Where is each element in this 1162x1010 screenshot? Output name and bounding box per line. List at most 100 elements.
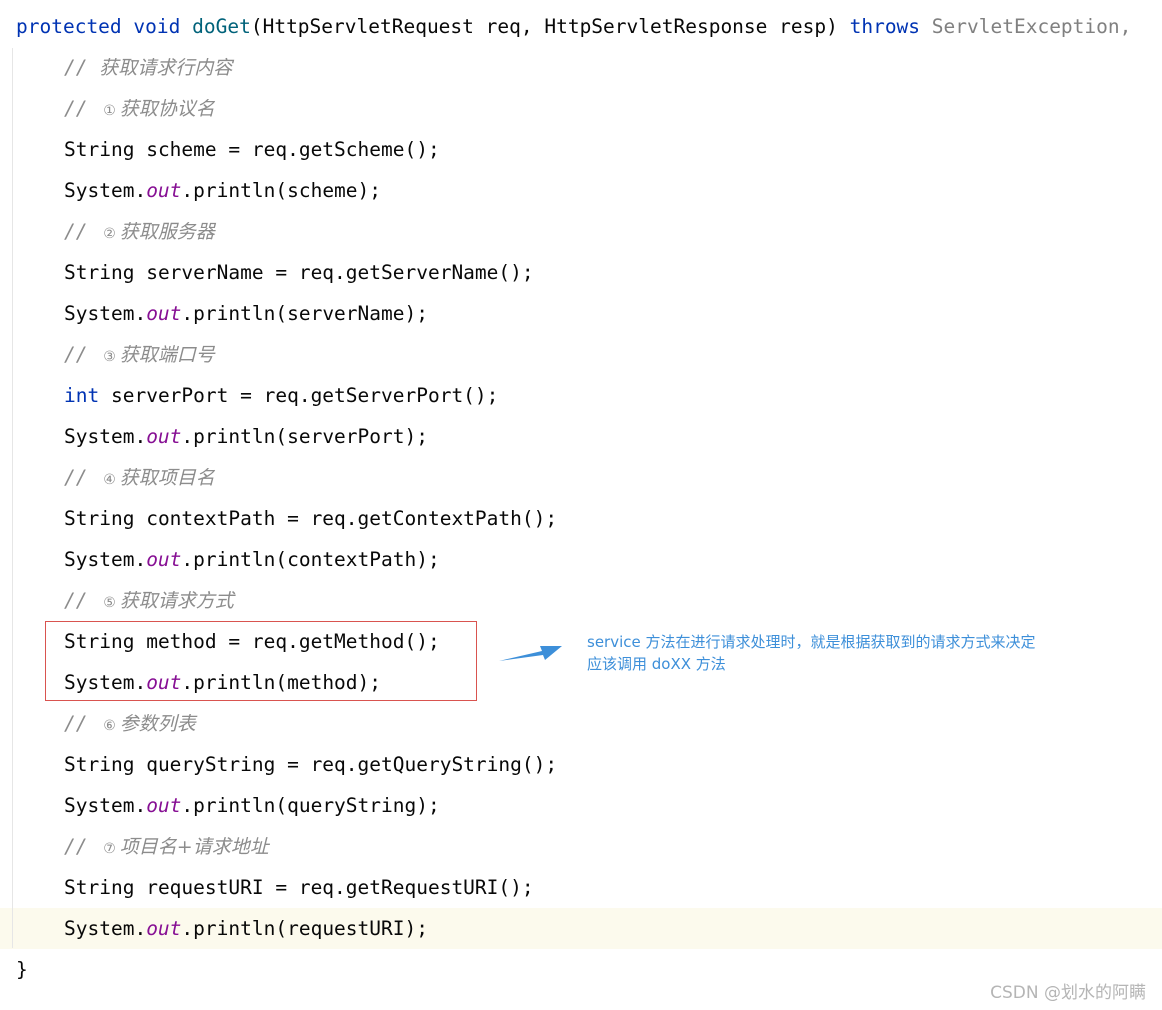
declared-type: String (64, 753, 135, 776)
step-number: ④ (103, 472, 116, 488)
step-number: ⑥ (103, 718, 116, 734)
comment-text: 获取端口号 (119, 344, 215, 366)
comment-text: 获取请求方式 (119, 590, 234, 612)
code-comment[interactable]: // ⑥ 参数列表 (64, 703, 196, 744)
out-field: out (146, 425, 182, 448)
comment-slashes: // (64, 712, 88, 735)
system-class: System. (64, 548, 147, 571)
code-comment[interactable]: // ① 获取协议名 (64, 88, 215, 129)
println-argument: queryString (287, 794, 417, 817)
highlight-box (45, 621, 477, 701)
statement-end: ); (416, 794, 440, 817)
comment-slashes: // (64, 343, 88, 366)
comment-text: 获取服务器 (119, 221, 215, 243)
system-class: System. (64, 179, 147, 202)
code-comment[interactable]: // ② 获取服务器 (64, 211, 215, 252)
statement-end: ); (357, 179, 382, 202)
annotation-note: service 方法在进行请求处理时，就是根据获取到的请求方式来决定 应该调用 … (587, 631, 1107, 675)
println-statement[interactable]: System.out.println(queryString); (64, 785, 440, 826)
step-number: ② (103, 226, 116, 242)
system-class: System. (64, 425, 147, 448)
println-statement[interactable]: System.out.println(scheme); (64, 170, 381, 211)
code-comment[interactable]: // ⑦ 项目名+请求地址 (64, 826, 269, 867)
step-number: ⑦ (103, 841, 116, 857)
declared-type: int (64, 384, 100, 407)
variable-declaration[interactable]: int serverPort = req.getServerPort(); (64, 375, 498, 416)
comment-slashes: // (64, 97, 88, 120)
return-type-keyword: void (133, 15, 181, 38)
comment-text: 获取项目名 (119, 467, 215, 489)
println-argument: scheme (287, 179, 358, 202)
println-call: .println( (181, 794, 288, 817)
out-field: out (146, 548, 182, 571)
comment-text: 项目名+请求地址 (119, 836, 269, 858)
code-comment[interactable]: // ③ 获取端口号 (64, 334, 215, 375)
variable-declaration[interactable]: String scheme = req.getScheme(); (64, 129, 440, 170)
declaration-body: requestURI = req.getRequestURI(); (146, 876, 534, 899)
modifier-keyword: protected (16, 15, 122, 38)
comment-text: 参数列表 (119, 713, 196, 735)
statement-end: ); (404, 917, 428, 940)
declaration-body: queryString = req.getQueryString(); (146, 753, 558, 776)
statement-end: ); (404, 302, 428, 325)
csdn-watermark: CSDN @划水的阿瞒 (990, 983, 1146, 1003)
code-comment[interactable]: // ④ 获取项目名 (64, 457, 215, 498)
declaration-body: scheme = req.getScheme(); (146, 138, 440, 161)
println-call: .println( (181, 548, 288, 571)
println-argument: requestURI (287, 917, 405, 940)
declared-type: String (64, 261, 135, 284)
code-editor[interactable]: protected void doGet(HttpServletRequest … (0, 0, 1162, 1010)
method-name: doGet (192, 15, 251, 38)
out-field: out (146, 917, 182, 940)
closing-brace[interactable]: } (16, 949, 28, 990)
system-class: System. (64, 917, 147, 940)
exception-type: ServletException, (931, 15, 1132, 38)
code-comment[interactable]: // ⑤ 获取请求方式 (64, 580, 234, 621)
declared-type: String (64, 876, 135, 899)
println-statement[interactable]: System.out.println(serverPort); (64, 416, 428, 457)
variable-declaration[interactable]: String requestURI = req.getRequestURI(); (64, 867, 534, 908)
println-argument: contextPath (287, 548, 417, 571)
throws-keyword: throws (849, 15, 921, 38)
comment-slashes: // (64, 56, 88, 79)
println-call: .println( (181, 179, 288, 202)
indent-guide (12, 48, 13, 948)
declaration-body: serverPort = req.getServerPort(); (110, 384, 499, 407)
system-class: System. (64, 302, 147, 325)
println-call: .println( (181, 917, 288, 940)
println-argument: serverPort (287, 425, 405, 448)
comment-slashes: // (64, 220, 88, 243)
println-statement[interactable]: System.out.println(requestURI); (64, 908, 428, 949)
code-comment[interactable]: // 获取请求行内容 (64, 47, 232, 88)
step-number: ③ (103, 349, 116, 365)
declared-type: String (64, 507, 135, 530)
println-statement[interactable]: System.out.println(serverName); (64, 293, 428, 334)
comment-text: 获取请求行内容 (99, 57, 233, 79)
println-call: .println( (181, 425, 288, 448)
variable-declaration[interactable]: String queryString = req.getQueryString(… (64, 744, 557, 785)
out-field: out (146, 302, 182, 325)
println-statement[interactable]: System.out.println(contextPath); (64, 539, 440, 580)
println-call: .println( (181, 302, 288, 325)
comment-slashes: // (64, 466, 88, 489)
out-field: out (146, 179, 182, 202)
declaration-body: contextPath = req.getContextPath(); (146, 507, 558, 530)
variable-declaration[interactable]: String serverName = req.getServerName(); (64, 252, 534, 293)
annotation-line-2: 应该调用 doXX 方法 (587, 655, 726, 673)
method-signature-line[interactable]: protected void doGet(HttpServletRequest … (16, 6, 1131, 47)
statement-end: ); (404, 425, 428, 448)
comment-slashes: // (64, 835, 88, 858)
declared-type: String (64, 138, 135, 161)
annotation-line-1: service 方法在进行请求处理时，就是根据获取到的请求方式来决定 (587, 633, 1036, 651)
step-number: ① (103, 103, 116, 119)
step-number: ⑤ (103, 595, 116, 611)
comment-text: 获取协议名 (119, 98, 215, 120)
out-field: out (146, 794, 182, 817)
system-class: System. (64, 794, 147, 817)
method-params: (HttpServletRequest req, HttpServletResp… (250, 15, 850, 38)
variable-declaration[interactable]: String contextPath = req.getContextPath(… (64, 498, 557, 539)
arrow-icon (499, 646, 562, 661)
declaration-body: serverName = req.getServerName(); (146, 261, 534, 284)
println-argument: serverName (287, 302, 405, 325)
comment-slashes: // (64, 589, 88, 612)
